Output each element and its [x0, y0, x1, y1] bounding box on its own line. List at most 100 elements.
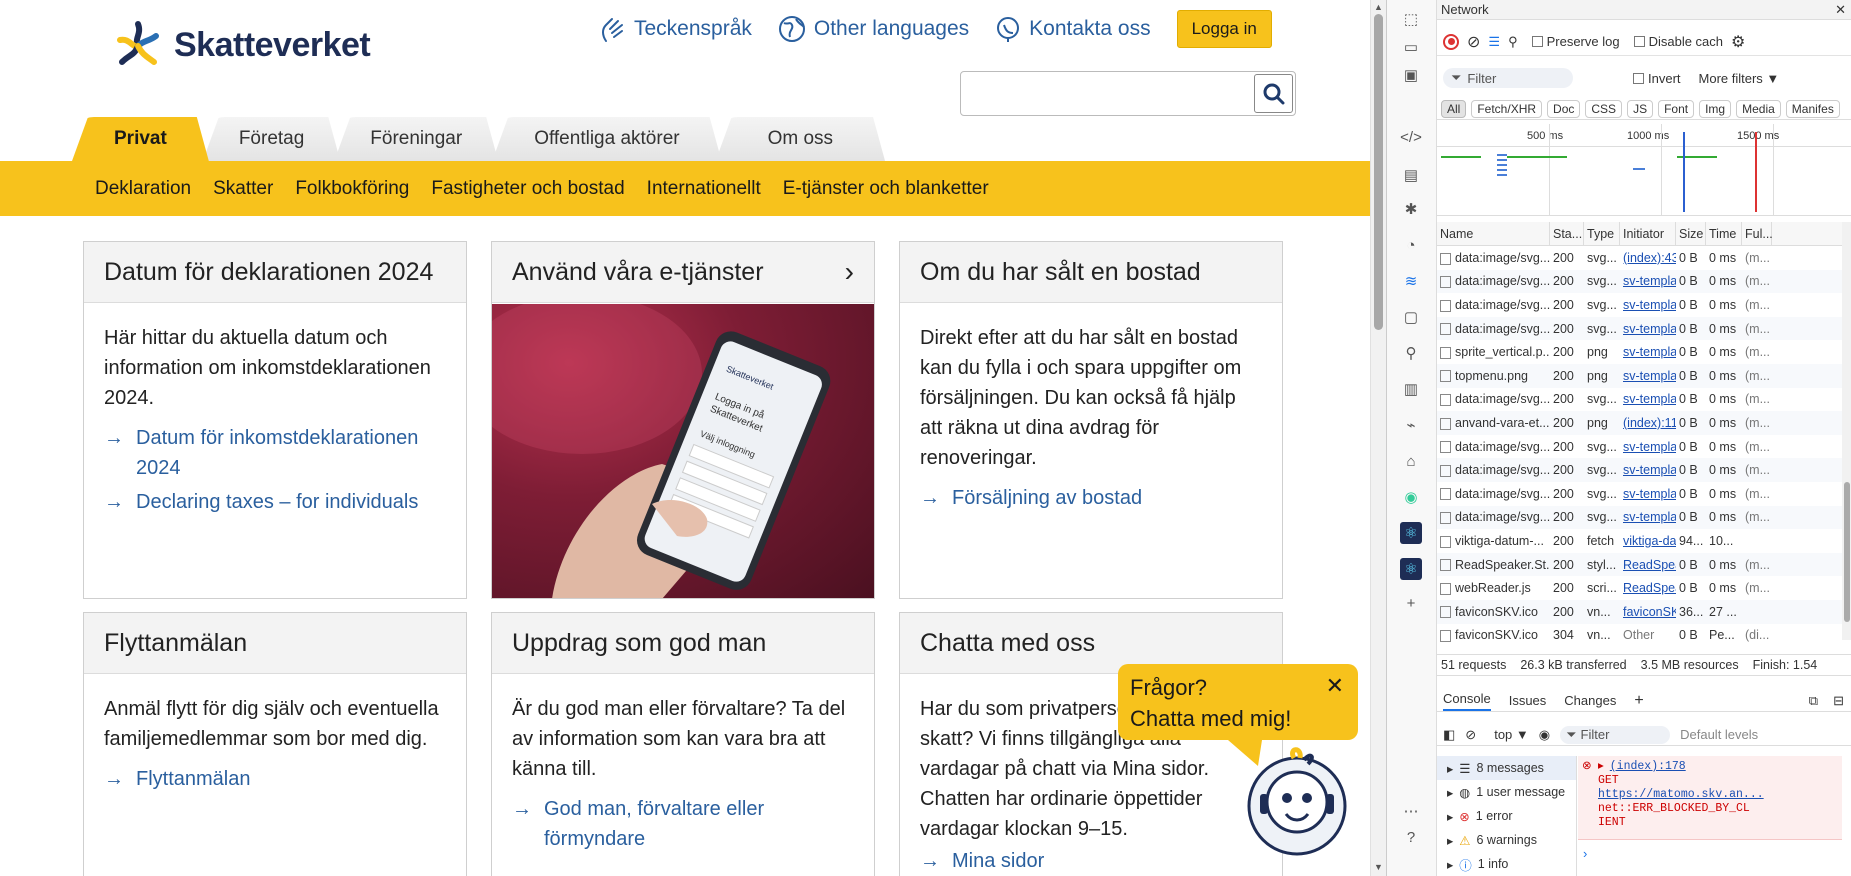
error-source-link[interactable]: (index):178 [1610, 760, 1686, 774]
request-row[interactable]: data:image/svg... 200 svg... sv-templat 0 B 0… [1437, 316, 1842, 341]
drawer-tab-console[interactable]: Console [1443, 691, 1491, 711]
subnav-skatter[interactable]: Skatter [213, 178, 273, 200]
close-icon[interactable]: ✕ [1835, 2, 1846, 18]
subnav-folkbokforing[interactable]: Folkbokföring [295, 178, 409, 200]
col-time[interactable]: Time [1706, 221, 1742, 246]
recorder-icon[interactable]: ◉ [1400, 486, 1422, 508]
type-filter-media[interactable]: Media [1736, 99, 1781, 118]
type-filter-manifest[interactable]: Manifes [1785, 99, 1840, 118]
cell-initiator[interactable]: sv-templat [1620, 369, 1676, 383]
console-filter-input[interactable]: ⏷ Filter [1560, 725, 1671, 744]
card-e-tjanster[interactable]: Använd våra e-tjänster › Skatteverket Log… [491, 241, 875, 599]
clear-console-icon[interactable]: ⊘ [1465, 727, 1476, 743]
network-icon[interactable]: ≋ [1400, 270, 1422, 292]
console-prompt-icon[interactable]: › [1583, 846, 1587, 861]
page-scrollbar[interactable]: ▲ ▼ [1370, 0, 1386, 876]
request-row[interactable]: faviconSKV.ico 304 vn... Other 0 B Pe... (di..… [1437, 624, 1842, 648]
lighthouse-icon[interactable]: ⌁ [1400, 414, 1422, 436]
settings-gear-icon[interactable]: ⚙ [1731, 32, 1745, 52]
live-expression-icon[interactable]: ◉ [1539, 727, 1550, 743]
card-link[interactable]: → Declaring taxes – for individuals [104, 487, 446, 517]
invert-checkbox[interactable]: Invert [1633, 71, 1681, 86]
request-row[interactable]: sprite_vertical.p... 200 png sv-templat 0 B 0… [1437, 340, 1842, 364]
request-row[interactable]: data:image/svg... 200 svg... sv-templat 0 B 0… [1437, 388, 1842, 412]
search-button[interactable] [1254, 74, 1293, 113]
scroll-down-icon[interactable]: ▼ [1374, 862, 1383, 872]
help-icon[interactable]: ? [1400, 826, 1422, 848]
default-levels-dropdown[interactable]: Default levels [1680, 727, 1758, 742]
security-icon[interactable]: ⚲ [1400, 342, 1422, 364]
card-link[interactable]: → God man, förvaltare eller förmyndare [512, 794, 854, 854]
subnav-fastigheter[interactable]: Fastigheter och bostad [431, 178, 624, 200]
chat-bot-avatar[interactable] [1244, 744, 1350, 856]
drawer-tab-changes[interactable]: Changes [1564, 693, 1616, 708]
application-icon[interactable]: ▢ [1400, 306, 1422, 328]
request-row[interactable]: viktiga-datum-... 200 fetch viktiga-dat 94..… [1437, 529, 1842, 553]
inspect-icon[interactable]: ⬚ [1400, 8, 1422, 30]
cell-initiator[interactable]: viktiga-dat [1620, 534, 1676, 548]
device-toolbar-icon[interactable]: ▭ [1400, 36, 1422, 58]
tab-om-oss[interactable]: Om oss [716, 117, 885, 161]
tab-privat[interactable]: Privat [72, 117, 209, 161]
tab-offentliga-aktorer[interactable]: Offentliga aktörer [492, 117, 721, 161]
sidebar-errors[interactable]: ▸ ⊗ 1 error [1437, 804, 1576, 828]
record-icon[interactable] [1443, 33, 1459, 50]
clear-icon[interactable]: ⊘ [1467, 32, 1480, 52]
scroll-up-icon[interactable]: ▲ [1374, 2, 1383, 12]
tab-foreningar[interactable]: Föreningar [334, 117, 498, 161]
request-row[interactable]: data:image/svg... 200 svg... sv-templat 0 B 0… [1437, 482, 1842, 506]
cell-initiator[interactable]: sv-templat [1620, 463, 1676, 477]
type-filter-font[interactable]: Font [1658, 99, 1695, 118]
search-icon[interactable]: ⚲ [1508, 34, 1518, 50]
cell-initiator[interactable]: faviconSKV [1620, 605, 1676, 619]
col-initiator[interactable]: Initiator [1620, 221, 1676, 246]
cell-initiator[interactable]: sv-templat [1620, 510, 1676, 524]
type-filter-doc[interactable]: Doc [1547, 99, 1581, 118]
undock-icon[interactable]: ⧉ [1809, 693, 1818, 709]
sources-icon[interactable]: ✱ [1400, 198, 1422, 220]
sign-language-link[interactable]: Teckenspråk [600, 15, 752, 43]
table-scrollbar[interactable] [1842, 222, 1851, 640]
elements-icon[interactable]: </> [1400, 126, 1422, 148]
memory-icon[interactable]: ▥ [1400, 378, 1422, 400]
network-filter-input[interactable]: ⏷ Filter [1443, 68, 1573, 88]
chat-bubble[interactable]: Frågor? Chatta med mig! ✕ [1118, 664, 1358, 740]
request-row[interactable]: data:image/svg... 200 svg... sv-templat 0 B 0… [1437, 293, 1842, 317]
cell-initiator[interactable]: Other [1620, 628, 1676, 642]
filter-toggle-icon[interactable]: ☰ [1488, 34, 1500, 50]
card-link[interactable]: → Försäljning av bostad [920, 483, 1262, 513]
request-row[interactable]: data:image/svg... 200 svg... sv-templat 0 B 0… [1437, 269, 1842, 294]
card-link[interactable]: → Flyttanmälan [104, 764, 446, 794]
home-icon[interactable]: ⌂ [1400, 450, 1422, 472]
contact-link[interactable]: Kontakta oss [995, 15, 1151, 43]
cell-initiator[interactable]: (index):434 [1620, 251, 1676, 265]
col-status[interactable]: Sta... [1550, 221, 1584, 246]
request-row[interactable]: faviconSKV.ico 200 vn... faviconSKV36... 27 … [1437, 599, 1842, 624]
cell-initiator[interactable]: sv-templat [1620, 274, 1676, 288]
scrollbar-thumb[interactable] [1374, 14, 1383, 330]
cell-initiator[interactable]: sv-templat [1620, 440, 1676, 454]
more-tools-icon[interactable]: ⋯ [1400, 800, 1422, 822]
add-tab-icon[interactable]: + [1634, 692, 1643, 710]
add-panel-icon[interactable]: + [1400, 592, 1422, 614]
network-timeline-overview[interactable]: 500 ms 1000 ms 1500 ms [1437, 124, 1851, 216]
search-input[interactable] [967, 78, 1247, 110]
tab-foretag[interactable]: Företag [203, 117, 340, 161]
performance-icon[interactable]: ◔ [1400, 234, 1422, 256]
disable-cache-checkbox[interactable]: Disable cach [1633, 34, 1723, 49]
skatteverket-logo[interactable]: Skatteverket [112, 20, 371, 70]
close-icon[interactable]: ✕ [1326, 670, 1344, 701]
subnav-internationellt[interactable]: Internationellt [647, 178, 761, 200]
cell-initiator[interactable]: sv-templat [1620, 392, 1676, 406]
request-row[interactable]: data:image/svg... 200 svg... sv-templat 0 B 0… [1437, 435, 1842, 459]
error-url-link[interactable]: https://matomo.skv.an... [1598, 788, 1836, 802]
cell-initiator[interactable]: ReadSpeal [1620, 558, 1676, 572]
col-fulfilled[interactable]: Ful... [1742, 221, 1773, 246]
sidebar-info[interactable]: ▸ ⓘ 1 info [1437, 852, 1576, 876]
col-size[interactable]: Size [1676, 221, 1706, 246]
cell-initiator[interactable]: sv-templat [1620, 322, 1676, 336]
request-row[interactable]: data:image/svg... 200 svg... sv-templat 0 B 0… [1437, 505, 1842, 530]
col-type[interactable]: Type [1584, 221, 1620, 246]
more-filters-dropdown[interactable]: More filters ▼ [1699, 71, 1780, 86]
console-icon[interactable]: ▤ [1400, 164, 1422, 186]
